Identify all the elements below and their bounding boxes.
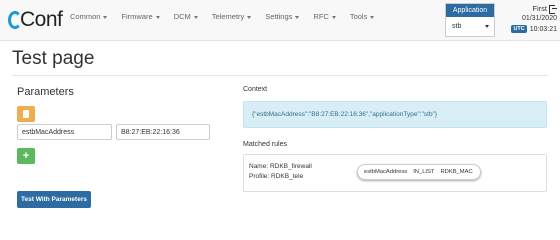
add-parameter-button[interactable]: + — [17, 148, 35, 164]
condition-operation: IN_LIST — [413, 169, 435, 175]
chevron-down-icon — [155, 15, 160, 19]
menu-dcm[interactable]: DCM — [174, 12, 198, 21]
timezone-badge: UTC — [511, 25, 527, 33]
brand-name: Conf — [20, 8, 63, 31]
chevron-down-icon — [247, 15, 252, 19]
chevron-down-icon — [103, 15, 108, 19]
user-name: First — [532, 4, 547, 13]
chevron-down-icon — [331, 15, 336, 19]
file-icon — [23, 110, 29, 118]
main-menu: Common Firmware DCM Telemetry Settings R… — [70, 12, 388, 21]
menu-tools[interactable]: Tools — [350, 12, 375, 21]
parameter-key-input[interactable]: estbMacAddress — [17, 124, 112, 140]
parameters-heading: Parameters — [17, 86, 74, 98]
matched-rules-heading: Matched rules — [243, 141, 287, 148]
menu-common[interactable]: Common — [70, 12, 108, 21]
sign-out-icon[interactable] — [549, 5, 557, 14]
user-menu[interactable]: First — [497, 4, 557, 14]
chevron-down-icon — [370, 15, 375, 19]
current-time: 10:03:21 — [529, 26, 557, 33]
title-divider — [12, 75, 548, 76]
context-value: {"estbMacAddress":"B8:27:EB:22:16:36","a… — [243, 101, 547, 128]
application-label: Application — [446, 4, 494, 17]
top-navbar: Conf Common Firmware DCM Telemetry Setti… — [0, 0, 560, 41]
application-select[interactable]: stb — [446, 18, 494, 36]
application-value: stb — [452, 23, 462, 30]
rule-profile: Profile: RDKB_tele — [249, 173, 304, 180]
parameter-value-input[interactable]: B8:27:EB:22:16:36 — [116, 124, 210, 140]
chevron-down-icon — [485, 25, 489, 28]
current-time-row: UTC 10:03:21 — [497, 25, 557, 35]
brand-x-icon — [8, 9, 22, 31]
menu-rfc[interactable]: RFC — [313, 12, 336, 21]
condition-key: estbMacAddress — [364, 169, 408, 175]
current-date: 01/31/2020 — [521, 15, 557, 22]
matched-rule-item: Name: RDKB_firewall Profile: RDKB_tele e… — [243, 154, 547, 192]
chevron-down-icon — [295, 15, 300, 19]
user-area: First 01/31/2020 UTC 10:03:21 — [497, 4, 557, 35]
test-with-parameters-button[interactable]: Test With Parameters — [17, 191, 91, 208]
condition-value: RDKB_MAC — [440, 169, 473, 175]
menu-settings[interactable]: Settings — [265, 12, 300, 21]
clear-parameters-button[interactable] — [17, 106, 35, 122]
application-selector: Application stb — [445, 3, 495, 37]
chevron-down-icon — [193, 15, 198, 19]
rule-condition: estbMacAddress IN_LIST RDKB_MAC — [357, 164, 481, 180]
rule-name: Name: RDKB_firewall — [249, 163, 312, 170]
menu-telemetry[interactable]: Telemetry — [212, 12, 252, 21]
context-heading: Context — [243, 86, 268, 93]
menu-firmware[interactable]: Firmware — [121, 12, 160, 21]
brand-logo[interactable]: Conf — [8, 8, 63, 32]
page-title: Test page — [12, 48, 95, 69]
